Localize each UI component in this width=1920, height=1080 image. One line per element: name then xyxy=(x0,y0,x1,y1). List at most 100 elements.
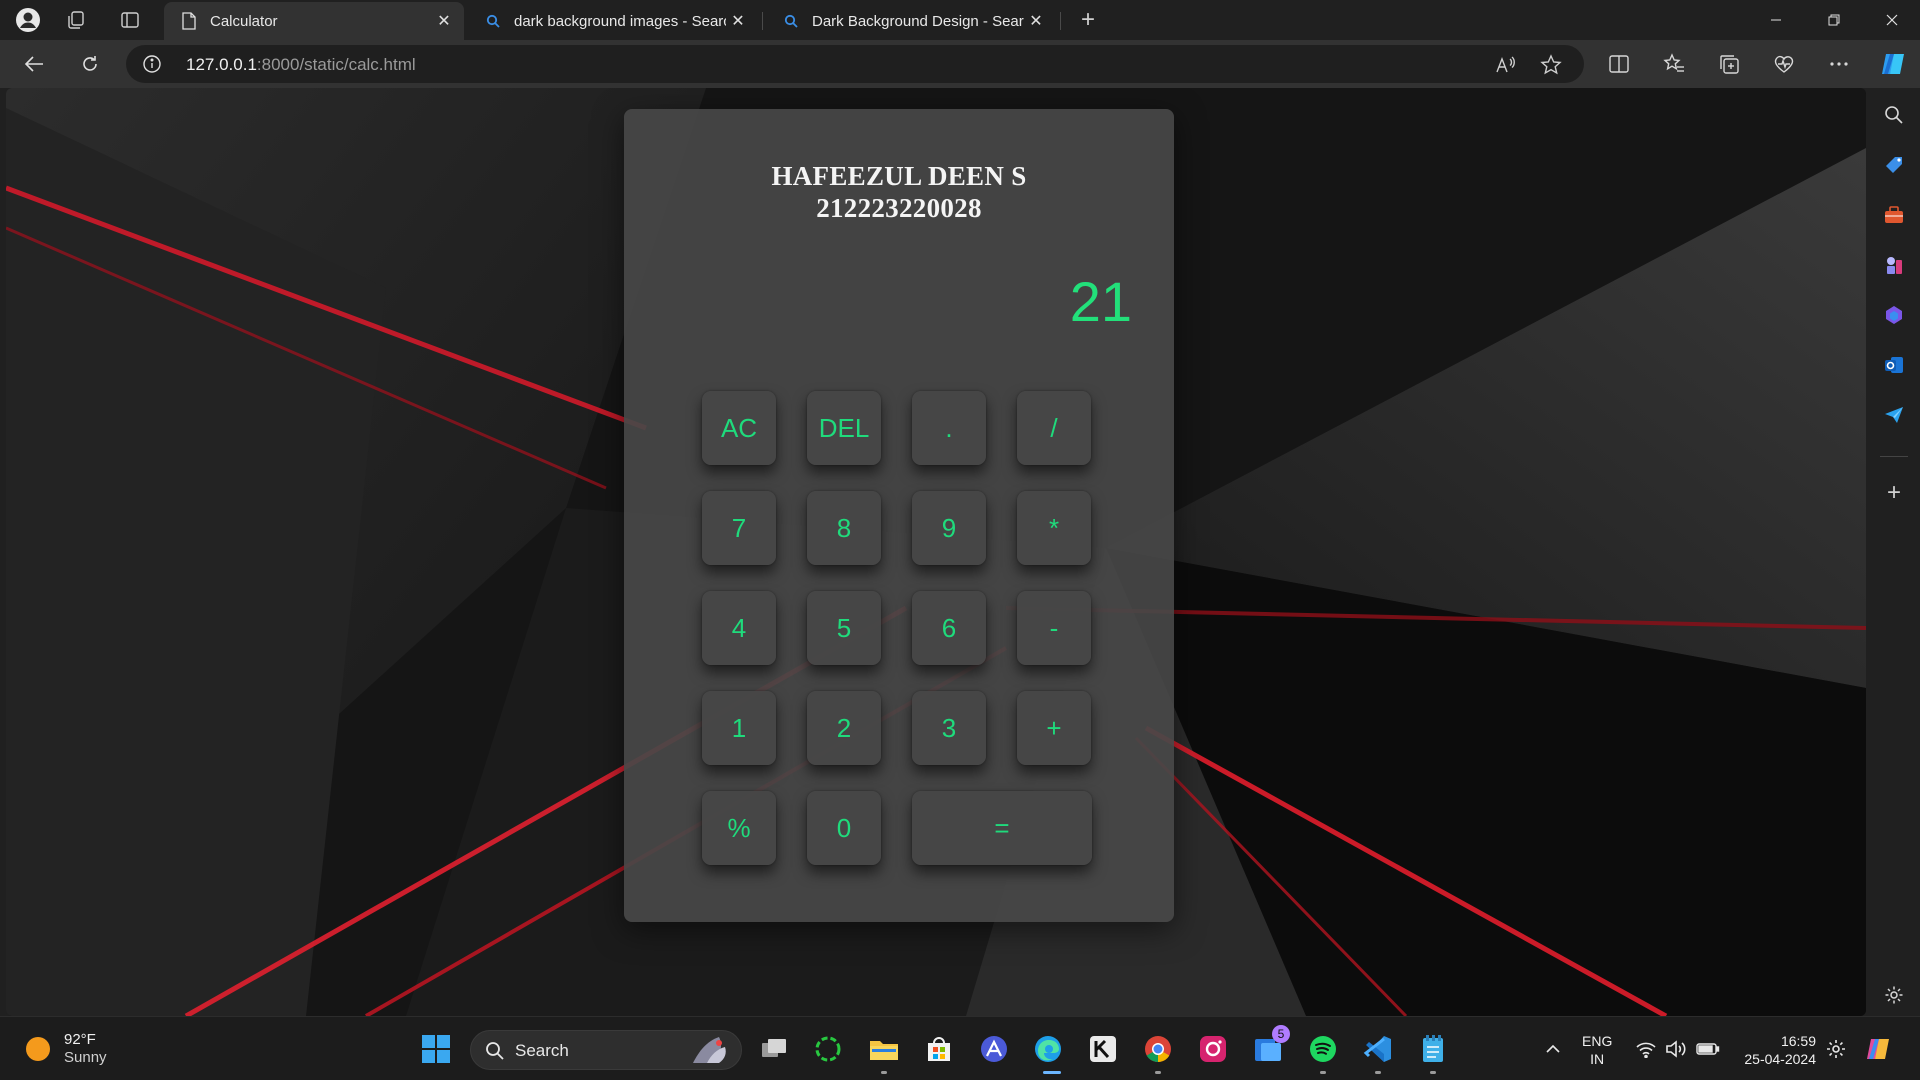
restore-icon[interactable] xyxy=(1806,0,1862,40)
search-highlight-icon xyxy=(685,1033,737,1074)
tab-dark-background-images[interactable]: dark background images - Search ✕ xyxy=(468,2,758,40)
battery-icon[interactable] xyxy=(1690,1031,1726,1067)
running-indicator xyxy=(1430,1071,1436,1074)
taskbar-search-box[interactable]: Search xyxy=(470,1030,742,1070)
sidebar-divider xyxy=(1880,456,1908,457)
browser-toolbar: 127.0.0.1:8000/static/calc.html xyxy=(0,40,1920,88)
browser-titlebar: Calculator ✕ dark background images - Se… xyxy=(0,0,1920,40)
close-tab-icon[interactable]: ✕ xyxy=(432,9,456,33)
vs-code-icon[interactable] xyxy=(1360,1031,1396,1067)
sunny-weather-icon xyxy=(26,1037,50,1061)
instagram-icon[interactable] xyxy=(1195,1031,1231,1067)
tab-separator xyxy=(762,12,763,30)
search-icon xyxy=(485,1041,505,1066)
notification-badge: 5 xyxy=(1272,1025,1290,1043)
key-ac-button[interactable]: AC xyxy=(702,391,776,465)
running-indicator xyxy=(1155,1071,1161,1074)
browser-essentials-icon[interactable] xyxy=(1772,52,1796,76)
app-k-icon[interactable] xyxy=(1085,1031,1121,1067)
shopping-tag-icon[interactable] xyxy=(1881,152,1907,178)
favorites-icon[interactable] xyxy=(1662,52,1686,76)
back-icon[interactable] xyxy=(18,48,50,80)
new-tab-icon[interactable]: + xyxy=(1074,6,1102,34)
search-icon xyxy=(484,12,502,30)
volume-icon[interactable] xyxy=(1658,1031,1694,1067)
file-explorer-icon[interactable] xyxy=(866,1031,902,1067)
windows-start-icon[interactable] xyxy=(418,1031,454,1067)
office-copilot-icon[interactable] xyxy=(1881,302,1907,328)
copilot-preview-icon[interactable] xyxy=(1862,1031,1898,1067)
close-window-icon[interactable] xyxy=(1864,0,1920,40)
key-percent-button[interactable]: % xyxy=(702,791,776,865)
key-plus-button[interactable]: + xyxy=(1017,691,1091,765)
key-equals-button[interactable]: = xyxy=(912,791,1092,865)
outlook-icon[interactable] xyxy=(1881,352,1907,378)
calculator-card: HAFEEZUL DEEN S 212223220028 21 AC DEL .… xyxy=(624,109,1174,922)
split-screen-icon[interactable] xyxy=(1607,52,1631,76)
profile-avatar-icon[interactable] xyxy=(14,6,42,34)
send-drop-icon[interactable] xyxy=(1881,402,1907,428)
minimize-icon[interactable] xyxy=(1748,0,1804,40)
tab-title: dark background images - Search xyxy=(514,12,726,30)
read-aloud-icon[interactable] xyxy=(1494,54,1516,76)
windows-taskbar: 92°F Sunny Search 5 ENG IN 16:59 25-04-2… xyxy=(0,1016,1920,1080)
key-2-button[interactable]: 2 xyxy=(807,691,881,765)
chrome-icon[interactable] xyxy=(1140,1031,1176,1067)
microsoft-todo-icon[interactable]: 5 xyxy=(1250,1025,1290,1067)
collections-icon[interactable] xyxy=(1717,52,1741,76)
page-viewport: HAFEEZUL DEEN S 212223220028 21 AC DEL .… xyxy=(6,88,1866,1016)
spotify-icon[interactable] xyxy=(1305,1031,1341,1067)
author-id: 212223220028 xyxy=(816,193,982,223)
tab-title: Calculator xyxy=(210,12,278,30)
close-tab-icon[interactable]: ✕ xyxy=(726,9,750,33)
url-text: 127.0.0.1:8000/static/calc.html xyxy=(186,55,416,74)
language-indicator[interactable]: ENG IN xyxy=(1582,1032,1612,1068)
clock[interactable]: 16:59 25-04-2024 xyxy=(1736,1032,1816,1068)
workspaces-icon[interactable] xyxy=(62,6,90,34)
microsoft-store-icon[interactable] xyxy=(921,1031,957,1067)
sidebar-search-icon[interactable] xyxy=(1881,102,1907,128)
key-3-button[interactable]: 3 xyxy=(912,691,986,765)
edge-browser-icon[interactable] xyxy=(1030,1031,1066,1067)
focus-settings-gear-icon[interactable] xyxy=(1818,1031,1854,1067)
key-0-button[interactable]: 0 xyxy=(807,791,881,865)
tab-title: Dark Background Design - Search xyxy=(812,12,1024,30)
sidebar-settings-gear-icon[interactable] xyxy=(1881,982,1907,1008)
key-4-button[interactable]: 4 xyxy=(702,591,776,665)
language-code: ENG xyxy=(1582,1033,1613,1049)
tab-dark-background-design[interactable]: Dark Background Design - Search ✕ xyxy=(766,2,1056,40)
add-sidebar-app-icon[interactable]: + xyxy=(1881,479,1907,506)
site-info-icon[interactable] xyxy=(142,54,162,74)
favorite-star-icon[interactable] xyxy=(1540,54,1562,76)
refresh-icon[interactable] xyxy=(74,48,106,80)
key-8-button[interactable]: 8 xyxy=(807,491,881,565)
app-a-logo-icon[interactable] xyxy=(976,1031,1012,1067)
key-7-button[interactable]: 7 xyxy=(702,491,776,565)
tools-briefcase-icon[interactable] xyxy=(1881,202,1907,228)
key-6-button[interactable]: 6 xyxy=(912,591,986,665)
search-label: Search xyxy=(515,1041,569,1060)
app-loader-icon[interactable] xyxy=(810,1031,846,1067)
task-view-icon[interactable] xyxy=(756,1031,792,1067)
weather-widget[interactable]: 92°F Sunny xyxy=(26,1031,107,1067)
key-del-button[interactable]: DEL xyxy=(807,391,881,465)
key-9-button[interactable]: 9 xyxy=(912,491,986,565)
key-1-button[interactable]: 1 xyxy=(702,691,776,765)
key-dot-button[interactable]: . xyxy=(912,391,986,465)
copilot-icon[interactable] xyxy=(1879,50,1909,78)
tab-calculator[interactable]: Calculator ✕ xyxy=(164,2,464,40)
address-bar[interactable]: 127.0.0.1:8000/static/calc.html xyxy=(126,45,1584,83)
show-hidden-icons-chevron-icon[interactable] xyxy=(1535,1031,1571,1067)
key-minus-button[interactable]: - xyxy=(1017,591,1091,665)
close-tab-icon[interactable]: ✕ xyxy=(1024,9,1048,33)
key-divide-button[interactable]: / xyxy=(1017,391,1091,465)
notepad-icon[interactable] xyxy=(1415,1031,1451,1067)
vertical-tabs-icon[interactable] xyxy=(116,6,144,34)
more-options-icon[interactable] xyxy=(1827,52,1851,76)
key-multiply-button[interactable]: * xyxy=(1017,491,1091,565)
games-chess-icon[interactable] xyxy=(1881,252,1907,278)
key-5-button[interactable]: 5 xyxy=(807,591,881,665)
keyboard-region: IN xyxy=(1590,1051,1605,1067)
author-name: HAFEEZUL DEEN S xyxy=(771,161,1027,191)
weather-condition: Sunny xyxy=(64,1049,107,1066)
